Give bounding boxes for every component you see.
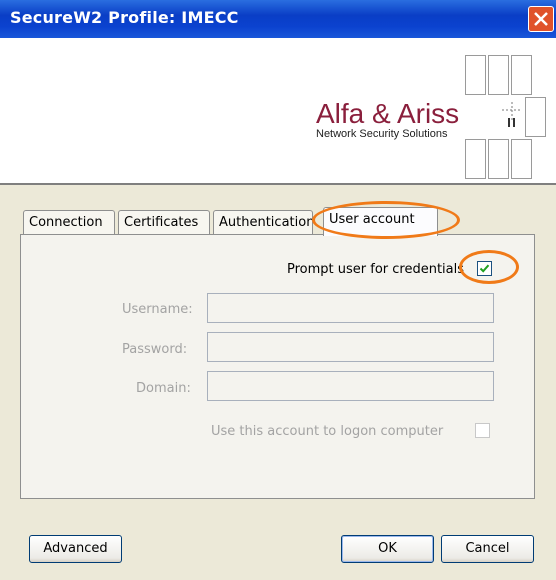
tab-connection[interactable]: Connection [23,210,115,234]
header-banner: Alfa & Ariss Network Security Solutions [0,38,556,185]
tab-certificates[interactable]: Certificates [118,210,210,234]
advanced-button[interactable]: Advanced [29,535,122,563]
logo-box [511,139,532,179]
window-title: SecureW2 Profile: IMECC [10,8,239,27]
close-icon [534,12,548,26]
highlight-oval [459,250,519,284]
domain-label: Domain: [136,381,191,396]
logo-box [488,55,509,95]
logo-box [465,55,486,95]
logo-box [511,55,532,95]
domain-field[interactable] [207,371,494,401]
title-bar[interactable]: SecureW2 Profile: IMECC [0,0,556,38]
username-field[interactable] [207,293,494,323]
prompt-credentials-label: Prompt user for credentials [287,262,465,277]
logo-mark-icon [502,102,522,127]
close-button[interactable] [528,6,554,32]
brand-name: Alfa & Ariss [316,98,460,129]
user-account-panel: Prompt user for credentials Username: Pa… [20,234,535,499]
password-field[interactable] [207,332,494,362]
logon-computer-checkbox[interactable] [475,423,490,438]
password-label: Password: [122,342,188,357]
logo-box [465,139,486,179]
logo-box [488,139,509,179]
profile-dialog: SecureW2 Profile: IMECC Alfa & Ariss Net… [0,0,556,580]
username-label: Username: [122,302,193,317]
brand-tagline: Network Security Solutions [316,128,448,140]
ok-button[interactable]: OK [341,535,434,563]
logon-computer-label: Use this account to logon computer [211,424,444,439]
tab-authentication[interactable]: Authentication [213,210,313,234]
highlight-oval [312,201,460,239]
cancel-button[interactable]: Cancel [441,535,534,563]
logo-box [525,97,546,137]
